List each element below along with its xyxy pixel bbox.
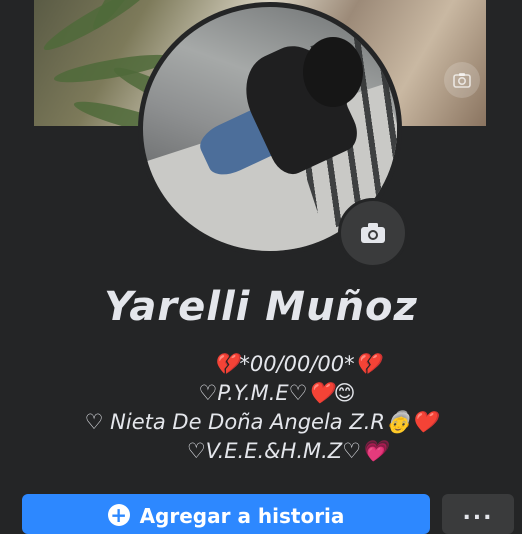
plus-circle-icon: + (107, 504, 130, 526)
camera-icon (361, 223, 385, 243)
more-options-label: ... (462, 500, 494, 525)
edit-cover-camera-button[interactable] (444, 62, 480, 98)
profile-bio: 💔*00/00/00*💔 ♡P.Y.M.E♡❤️😊 ♡ Nieta De Doñ… (0, 350, 522, 466)
add-story-label: Agregar a historia (139, 504, 345, 528)
more-options-button[interactable]: ... (442, 494, 514, 534)
camera-icon (453, 73, 471, 88)
profile-name: Yarelli Muñoz (104, 284, 418, 330)
bio-line: ♡V.E.E.&H.M.Z♡💗 (186, 439, 388, 463)
bio-line: ♡P.Y.M.E♡❤️😊 (198, 381, 356, 405)
add-story-button[interactable]: + Agregar a historia (22, 494, 430, 534)
profile-actions: + Agregar a historia ... (0, 494, 522, 534)
bio-line: 💔*00/00/00*💔 (213, 352, 381, 376)
bio-line: ♡ Nieta De Doña Angela Z.R👵❤️ (84, 410, 438, 434)
edit-profile-picture-button[interactable] (338, 198, 408, 268)
